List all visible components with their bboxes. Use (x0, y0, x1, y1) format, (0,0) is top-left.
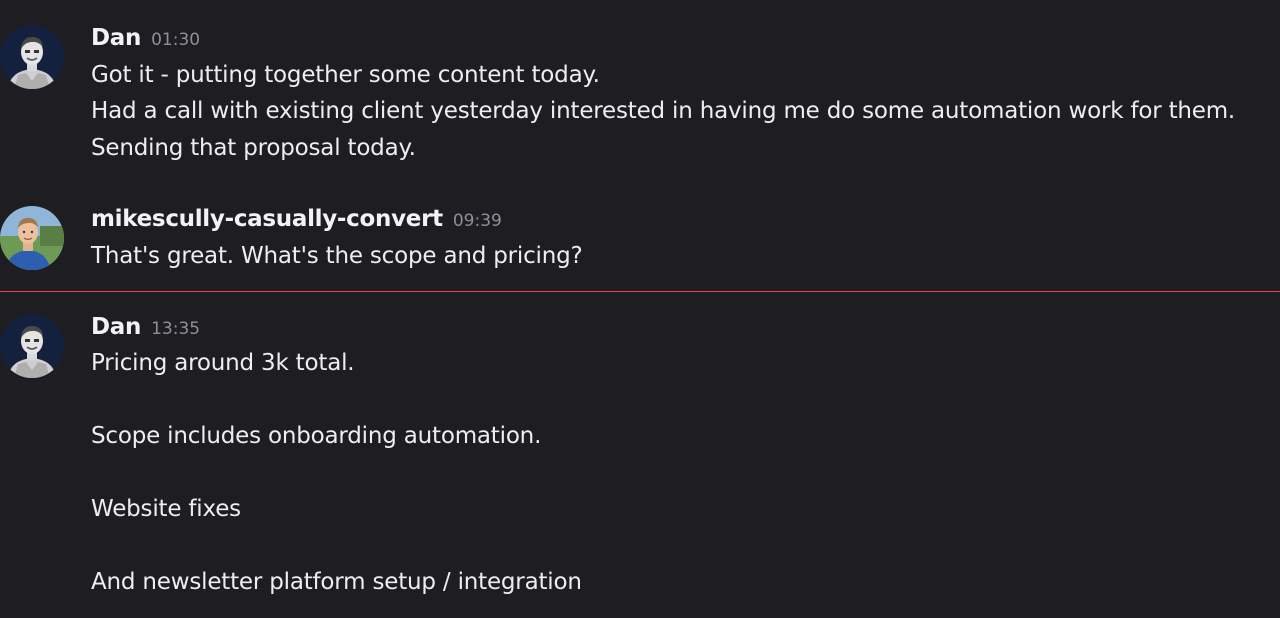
timestamp[interactable]: 13:35 (151, 319, 200, 339)
message-header: Dan 01:30 (91, 25, 200, 55)
message-line: Website fixes (91, 496, 241, 522)
chat-message-list: Dan 01:30 Got it - putting together some … (0, 0, 1280, 618)
message-line: Had a call with existing client yesterda… (91, 98, 1236, 124)
timestamp[interactable]: 01:30 (151, 30, 200, 50)
author-name[interactable]: Dan (91, 314, 141, 340)
avatar-image (0, 314, 64, 378)
message-line: Pricing around 3k total. (91, 350, 355, 376)
message-line: That's great. What's the scope and prici… (91, 243, 583, 269)
avatar[interactable] (0, 25, 64, 89)
avatar[interactable] (0, 206, 64, 270)
message-line: Sending that proposal today. (91, 135, 416, 161)
author-name[interactable]: Dan (91, 25, 141, 51)
avatar-image (0, 206, 64, 270)
message-line: Got it - putting together some content t… (91, 62, 600, 88)
avatar[interactable] (0, 314, 64, 378)
timestamp[interactable]: 09:39 (453, 211, 502, 231)
new-messages-divider (0, 291, 1280, 292)
message-line: Scope includes onboarding automation. (91, 423, 542, 449)
message-header: Dan 13:35 (91, 314, 200, 344)
author-name[interactable]: mikescully-casually-convert (91, 206, 443, 232)
message-header: mikescully-casually-convert 09:39 (91, 206, 502, 236)
message-line: And newsletter platform setup / integrat… (91, 569, 582, 595)
avatar-image (0, 25, 64, 89)
